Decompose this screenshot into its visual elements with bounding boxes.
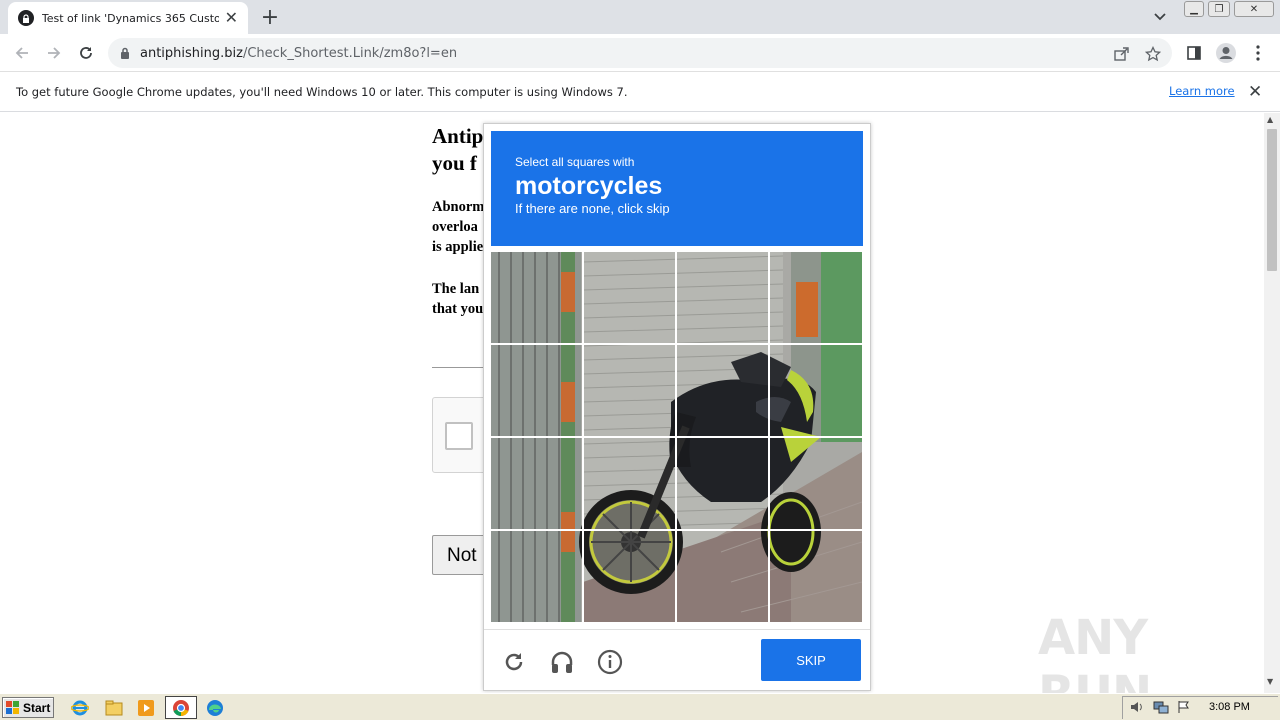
captcha-tile[interactable] xyxy=(770,531,861,622)
browser-toolbar: antiphishing.biz/Check_Shortest.Link/zm8… xyxy=(0,34,1280,72)
windows-logo-icon xyxy=(6,700,19,714)
captcha-challenge: Select all squares with motorcycles If t… xyxy=(483,123,871,691)
infobar-message: To get future Google Chrome updates, you… xyxy=(16,84,628,99)
scroll-thumb[interactable] xyxy=(1267,129,1277,271)
address-bar[interactable]: antiphishing.biz/Check_Shortest.Link/zm8… xyxy=(108,38,1172,68)
learn-more-link[interactable]: Learn more xyxy=(1169,84,1235,98)
reload-challenge-icon[interactable] xyxy=(500,648,528,676)
taskbar-clock: 3:08 PM xyxy=(1209,701,1250,713)
internet-explorer-icon[interactable] xyxy=(70,698,90,718)
captcha-tile[interactable] xyxy=(770,438,861,529)
new-tab-icon[interactable]: + xyxy=(258,5,282,30)
captcha-hint: If there are none, click skip xyxy=(515,201,670,216)
lock-favicon-icon xyxy=(18,10,34,26)
recaptcha-checkbox[interactable] xyxy=(445,422,473,450)
audio-challenge-headphones-icon[interactable] xyxy=(548,648,576,676)
edge-icon[interactable] xyxy=(205,698,225,718)
captcha-tile[interactable] xyxy=(491,531,582,622)
captcha-tile[interactable] xyxy=(491,438,582,529)
skip-button[interactable]: SKIP xyxy=(761,639,861,681)
page-scrollbar[interactable]: ▲ ▼ xyxy=(1264,113,1280,693)
captcha-instruction: Select all squares with xyxy=(515,155,635,169)
anyrun-watermark: ANY RUN xyxy=(1038,610,1152,693)
captcha-tile[interactable] xyxy=(677,438,768,529)
media-player-icon[interactable] xyxy=(136,698,156,718)
captcha-tile[interactable] xyxy=(677,531,768,622)
captcha-tile[interactable] xyxy=(677,252,768,343)
captcha-tile[interactable] xyxy=(491,252,582,343)
forward-arrow-icon[interactable] xyxy=(42,41,66,65)
captcha-tile[interactable] xyxy=(584,252,675,343)
share-icon[interactable] xyxy=(1112,45,1130,63)
captcha-header: Select all squares with motorcycles If t… xyxy=(491,131,863,246)
chrome-menu-icon[interactable] xyxy=(1246,41,1270,65)
captcha-tile[interactable] xyxy=(491,345,582,436)
minimize-icon[interactable]: ▁ xyxy=(1184,1,1204,17)
network-icon[interactable] xyxy=(1153,699,1169,718)
update-infobar: To get future Google Chrome updates, you… xyxy=(0,72,1280,112)
action-center-flag-icon[interactable] xyxy=(1177,699,1191,718)
start-label: Start xyxy=(23,700,51,715)
captcha-tile[interactable] xyxy=(770,345,861,436)
tab-title: Test of link 'Dynamics 365 Customer xyxy=(41,11,219,25)
browser-tab[interactable]: Test of link 'Dynamics 365 Customer ✕ xyxy=(8,2,248,34)
file-explorer-icon[interactable] xyxy=(104,698,124,718)
captcha-tile[interactable] xyxy=(770,252,861,343)
windows-taskbar: Start 3:08 PM xyxy=(0,693,1280,720)
start-button[interactable]: Start xyxy=(2,697,54,718)
side-panel-icon[interactable] xyxy=(1182,41,1206,65)
lock-icon[interactable] xyxy=(120,47,130,60)
captcha-tile[interactable] xyxy=(584,345,675,436)
captcha-target-object: motorcycles xyxy=(515,172,663,200)
profile-avatar-icon[interactable] xyxy=(1214,41,1238,65)
captcha-image-grid xyxy=(491,252,862,622)
chrome-icon[interactable] xyxy=(171,698,191,718)
scroll-down-arrow-icon[interactable]: ▼ xyxy=(1267,677,1273,686)
captcha-tile[interactable] xyxy=(584,438,675,529)
captcha-tile[interactable] xyxy=(584,531,675,622)
tab-search-chevron-icon[interactable] xyxy=(1150,7,1170,27)
tab-close-icon[interactable]: ✕ xyxy=(225,10,238,26)
url-path: /Check_Shortest.Link/zm8o?l=en xyxy=(242,45,458,61)
info-icon[interactable] xyxy=(596,648,624,676)
url-domain: antiphishing.biz xyxy=(140,45,243,61)
bookmark-star-icon[interactable] xyxy=(1144,45,1162,63)
reload-icon[interactable] xyxy=(74,41,98,65)
restore-icon[interactable]: ❐ xyxy=(1208,1,1230,17)
window-close-icon[interactable]: ✕ xyxy=(1234,1,1274,17)
infobar-close-icon[interactable]: ✕ xyxy=(1248,82,1262,102)
back-arrow-icon[interactable] xyxy=(10,41,34,65)
tab-strip: Test of link 'Dynamics 365 Customer ✕ + … xyxy=(0,0,1280,34)
captcha-footer: SKIP xyxy=(484,629,870,691)
scroll-up-arrow-icon[interactable]: ▲ xyxy=(1267,115,1273,124)
captcha-tile[interactable] xyxy=(677,345,768,436)
system-tray xyxy=(1122,696,1278,719)
volume-icon[interactable] xyxy=(1129,699,1145,718)
